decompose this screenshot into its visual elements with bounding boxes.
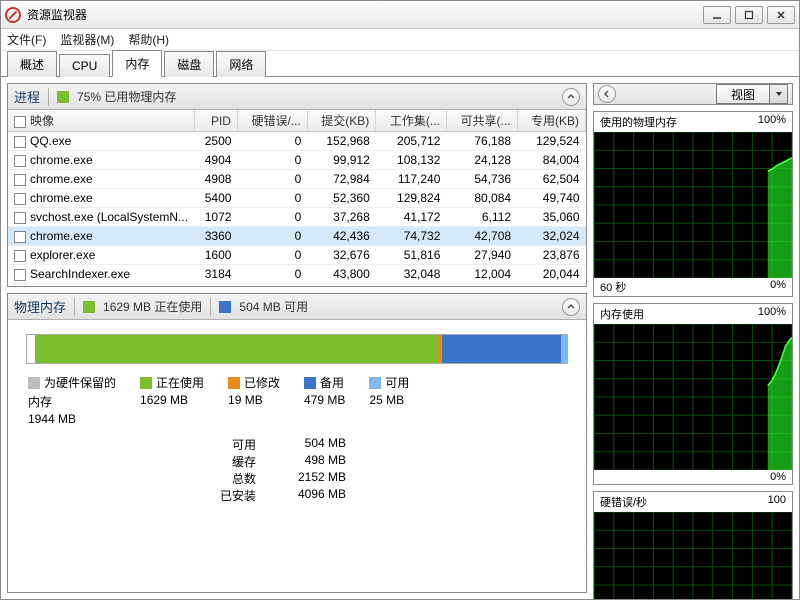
- table-row[interactable]: chrome.exe4904099,912108,13224,12884,004: [8, 151, 586, 170]
- col-pid[interactable]: PID: [194, 110, 237, 132]
- row-checkbox[interactable]: [14, 136, 26, 148]
- legend-inuse: 正在使用: [156, 374, 204, 391]
- memory-legend: 为硬件保留的内存1944 MB 正在使用1629 MB 已修改19 MB 备用4…: [16, 374, 578, 426]
- legend-free: 可用: [385, 374, 409, 391]
- physmem-inuse: 1629 MB 正在使用: [103, 298, 202, 315]
- tab-network[interactable]: 网络: [216, 51, 266, 77]
- minimize-button[interactable]: [703, 6, 731, 24]
- tab-disk[interactable]: 磁盘: [164, 51, 214, 77]
- chart-hard-faults: 硬错误/秒100 0: [593, 491, 793, 599]
- physical-memory-panel: 物理内存 1629 MB 正在使用 504 MB 可用: [7, 293, 587, 593]
- menubar: 文件(F) 监视器(M) 帮助(H): [1, 29, 799, 51]
- menu-monitor[interactable]: 监视器(M): [60, 31, 114, 48]
- tabs: 概述 CPU 内存 磁盘 网络: [1, 51, 799, 77]
- col-commit[interactable]: 提交(KB): [307, 110, 375, 132]
- row-checkbox[interactable]: [14, 212, 26, 224]
- window-title: 资源监视器: [27, 6, 87, 23]
- col-shareable[interactable]: 可共享(...: [446, 110, 517, 132]
- legend-modified: 已修改: [244, 374, 280, 391]
- chart-physical-memory: 使用的物理内存100% 60 秒0%: [593, 111, 793, 297]
- process-table[interactable]: 映像 PID 硬错误/... 提交(KB) 工作集(... 可共享(... 专用…: [8, 110, 586, 284]
- table-row[interactable]: explorer.exe1600032,67651,81627,94023,87…: [8, 246, 586, 265]
- app-icon: [5, 7, 21, 23]
- tab-overview[interactable]: 概述: [7, 51, 57, 77]
- row-checkbox[interactable]: [14, 231, 26, 243]
- physmem-free: 504 MB 可用: [239, 298, 308, 315]
- table-row[interactable]: svchost.exe (LocalSystemN...1072037,2684…: [8, 208, 586, 227]
- row-checkbox[interactable]: [14, 250, 26, 262]
- processes-usage: 75% 已用物理内存: [77, 88, 176, 105]
- legend-standby: 备用: [320, 374, 344, 391]
- memory-stats: 可用504 MB 缓存498 MB 总数2152 MB 已安装4096 MB: [216, 436, 578, 504]
- titlebar[interactable]: 资源监视器: [1, 1, 799, 29]
- processes-panel: 进程 75% 已用物理内存 映像 PID 硬错误/... 提交(KB) 工作集(…: [7, 83, 587, 287]
- physmem-header[interactable]: 物理内存 1629 MB 正在使用 504 MB 可用: [8, 294, 586, 320]
- resource-monitor-window: 资源监视器 文件(F) 监视器(M) 帮助(H) 概述 CPU 内存 磁盘 网络…: [0, 0, 800, 600]
- menu-file[interactable]: 文件(F): [7, 31, 46, 48]
- legend-reserved: 为硬件保留的: [44, 374, 116, 391]
- inuse-swatch: [83, 301, 95, 313]
- tab-memory[interactable]: 内存: [112, 50, 162, 77]
- close-button[interactable]: [767, 6, 795, 24]
- chart-memory-usage: 内存使用100% 0%: [593, 303, 793, 485]
- row-checkbox[interactable]: [14, 269, 26, 281]
- select-all-checkbox[interactable]: [14, 116, 26, 128]
- collapse-icon[interactable]: [562, 298, 580, 316]
- charts-toolbar: 视图: [593, 83, 793, 105]
- table-row[interactable]: chrome.exe5400052,360129,82480,08449,740: [8, 189, 586, 208]
- free-swatch: [219, 301, 231, 313]
- physmem-title: 物理内存: [14, 297, 66, 316]
- table-row[interactable]: QQ.exe25000152,968205,71276,188129,524: [8, 132, 586, 151]
- table-row[interactable]: chrome.exe3360042,43674,73242,70832,024: [8, 227, 586, 246]
- row-checkbox[interactable]: [14, 193, 26, 205]
- chevron-down-icon: [769, 85, 787, 103]
- tab-cpu[interactable]: CPU: [59, 54, 110, 77]
- row-checkbox[interactable]: [14, 174, 26, 186]
- chart3-title: 硬错误/秒: [600, 494, 647, 510]
- col-hardfaults[interactable]: 硬错误/...: [237, 110, 307, 132]
- col-workingset[interactable]: 工作集(...: [376, 110, 447, 132]
- charts-collapse-icon[interactable]: [598, 85, 616, 103]
- row-checkbox[interactable]: [14, 155, 26, 167]
- table-row[interactable]: SearchIndexer.exe3184043,80032,04812,004…: [8, 265, 586, 284]
- chart1-title: 使用的物理内存: [600, 114, 677, 130]
- view-dropdown[interactable]: 视图: [716, 84, 788, 104]
- processes-title: 进程: [14, 87, 40, 106]
- col-private[interactable]: 专用(KB): [517, 110, 585, 132]
- menu-help[interactable]: 帮助(H): [128, 31, 169, 48]
- maximize-button[interactable]: [735, 6, 763, 24]
- chart2-title: 内存使用: [600, 306, 644, 322]
- usage-color-swatch: [57, 91, 69, 103]
- table-row[interactable]: chrome.exe4908072,984117,24054,73662,504: [8, 170, 586, 189]
- col-image[interactable]: 映像: [30, 114, 54, 128]
- collapse-icon[interactable]: [562, 88, 580, 106]
- processes-header[interactable]: 进程 75% 已用物理内存: [8, 84, 586, 110]
- memory-bar: [26, 334, 568, 364]
